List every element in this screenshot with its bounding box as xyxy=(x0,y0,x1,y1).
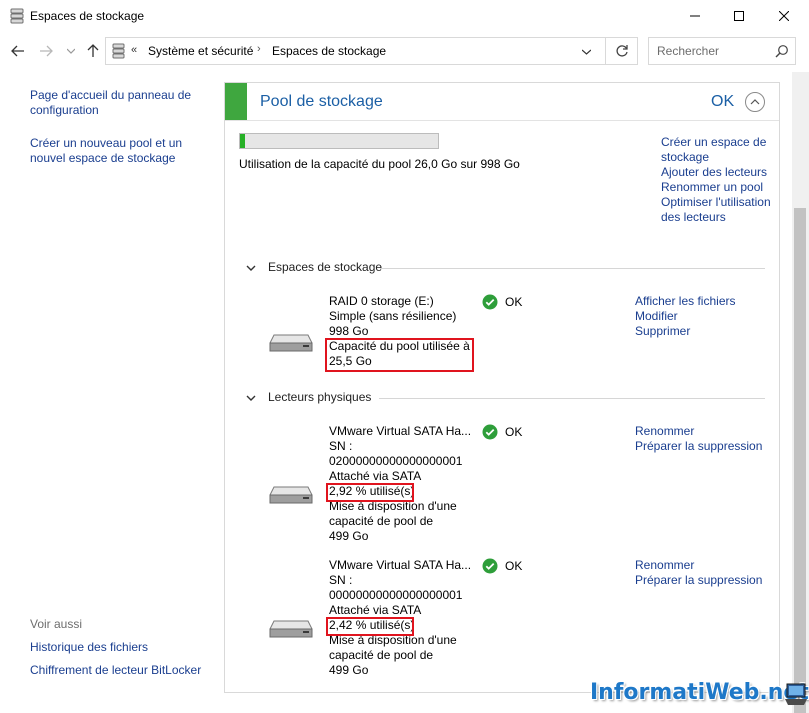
breadcrumb-storage-spaces[interactable]: Espaces de stockage xyxy=(272,44,386,58)
scrollbar-thumb[interactable] xyxy=(794,208,806,713)
maximize-icon xyxy=(734,11,744,21)
maximize-button[interactable] xyxy=(716,0,762,32)
drive-name: VMware Virtual SATA Ha... xyxy=(329,558,472,572)
section-divider xyxy=(379,398,765,399)
storage-spaces-section-header[interactable]: Espaces de stockage xyxy=(245,260,765,276)
search-placeholder[interactable]: Rechercher xyxy=(657,44,719,58)
section-divider xyxy=(380,268,765,269)
back-button[interactable] xyxy=(9,42,27,60)
collapse-pool-button[interactable] xyxy=(745,92,765,112)
refresh-button[interactable] xyxy=(605,38,638,64)
drive-provision-line2: capacité de pool de xyxy=(329,514,434,528)
chevron-up-icon xyxy=(750,99,760,105)
recent-locations-button[interactable] xyxy=(62,42,80,60)
delete-link[interactable]: Supprimer xyxy=(635,324,775,339)
pool-usage-text: Utilisation de la capacité du pool 26,0 … xyxy=(239,157,520,171)
storage-space-resilience: Simple (sans résilience) xyxy=(329,309,457,323)
breadcrumb-separator[interactable]: › xyxy=(257,43,261,55)
ok-check-icon xyxy=(482,424,498,440)
create-pool-link[interactable]: Créer un nouveau pool et un nouvel espac… xyxy=(30,136,210,166)
storage-pool-panel: Pool de stockage OK Utilisation de la ca… xyxy=(224,82,780,693)
bitlocker-link[interactable]: Chiffrement de lecteur BitLocker xyxy=(30,663,210,678)
title-bar: Espaces de stockage xyxy=(0,0,809,32)
pool-status: OK xyxy=(711,93,735,110)
close-icon xyxy=(779,11,789,21)
optimize-drives-link[interactable]: Optimiser l'utilisation des lecteurs xyxy=(661,195,773,225)
drive-icon xyxy=(269,486,313,504)
storage-spaces-app-icon xyxy=(10,8,24,24)
window-title: Espaces de stockage xyxy=(30,9,145,23)
forward-arrow-icon xyxy=(40,45,53,57)
drive-status-text: OK xyxy=(505,425,523,439)
vertical-scrollbar[interactable] xyxy=(792,72,809,713)
drive-provision-line2: capacité de pool de xyxy=(329,648,434,662)
pool-actions: Créer un espace de stockage Ajouter des … xyxy=(661,135,773,225)
chevron-down-icon xyxy=(581,49,591,55)
minimize-icon xyxy=(690,15,700,17)
storage-space-name: RAID 0 storage (E:) xyxy=(329,294,434,308)
drive-sn: 00000000000000000001 xyxy=(329,588,463,602)
drive-icon xyxy=(269,334,313,352)
prepare-removal-link[interactable]: Préparer la suppression xyxy=(635,573,775,588)
pool-usage-bar xyxy=(239,133,439,149)
storage-space-size: 998 Go xyxy=(329,324,369,338)
drive-name: VMware Virtual SATA Ha... xyxy=(329,424,472,438)
storage-space-actions: Afficher les fichiers Modifier Supprimer xyxy=(635,294,775,339)
close-button[interactable] xyxy=(761,0,807,32)
highlight-box xyxy=(326,483,414,502)
drive-attach: Attaché via SATA xyxy=(329,603,422,617)
drive-status-text: OK xyxy=(505,559,523,573)
back-arrow-icon xyxy=(11,45,24,57)
pool-title: Pool de stockage xyxy=(260,93,383,110)
drive-sn-label: SN : xyxy=(329,573,353,587)
add-drives-link[interactable]: Ajouter des lecteurs xyxy=(661,165,773,180)
file-history-link[interactable]: Historique des fichiers xyxy=(30,640,210,655)
pool-usage-fill xyxy=(240,134,245,148)
see-also-heading: Voir aussi xyxy=(30,617,83,631)
create-storage-space-link[interactable]: Créer un espace de stockage xyxy=(661,135,773,165)
control-panel-icon xyxy=(112,43,125,59)
ok-check-icon xyxy=(482,558,498,574)
address-bar[interactable]: « Système et sécurité › Espaces de stock… xyxy=(105,37,638,65)
chevron-down-icon xyxy=(246,395,256,401)
up-arrow-icon xyxy=(87,44,99,57)
drive-actions: Renommer Préparer la suppression xyxy=(635,558,775,588)
control-panel-home-link[interactable]: Page d'accueil du panneau de configurati… xyxy=(30,88,210,118)
computer-icon xyxy=(785,683,807,705)
breadcrumb-system-security[interactable]: Système et sécurité xyxy=(148,44,253,58)
chevron-down-icon xyxy=(67,48,75,54)
view-files-link[interactable]: Afficher les fichiers xyxy=(635,294,775,309)
physical-drives-section-header[interactable]: Lecteurs physiques xyxy=(245,390,765,406)
ok-check-icon xyxy=(482,294,498,310)
refresh-icon xyxy=(616,45,628,57)
forward-button[interactable] xyxy=(37,42,55,60)
pool-status-accent xyxy=(225,83,247,120)
drive-sn-label: SN : xyxy=(329,439,353,453)
up-button[interactable] xyxy=(84,42,102,60)
address-dropdown-button[interactable] xyxy=(574,43,598,61)
drive-provision-line3: 499 Go xyxy=(329,529,369,543)
prepare-removal-link[interactable]: Préparer la suppression xyxy=(635,439,775,454)
physical-drives-label: Lecteurs physiques xyxy=(268,390,372,404)
highlight-box xyxy=(325,338,474,372)
modify-link[interactable]: Modifier xyxy=(635,309,775,324)
rename-drive-link[interactable]: Renommer xyxy=(635,424,775,439)
storage-spaces-label: Espaces de stockage xyxy=(268,260,383,274)
highlight-box xyxy=(326,617,414,636)
storage-space-status-text: OK xyxy=(505,295,523,309)
minimize-button[interactable] xyxy=(672,0,718,32)
search-box[interactable]: Rechercher xyxy=(648,37,796,65)
rename-drive-link[interactable]: Renommer xyxy=(635,558,775,573)
watermark-logo: InformatiWeb.net xyxy=(590,680,809,705)
chevron-down-icon xyxy=(246,265,256,271)
search-icon xyxy=(775,45,788,58)
drive-sn: 02000000000000000001 xyxy=(329,454,463,468)
rename-pool-link[interactable]: Renommer un pool xyxy=(661,180,773,195)
drive-actions: Renommer Préparer la suppression xyxy=(635,424,775,454)
drive-icon xyxy=(269,620,313,638)
drive-attach: Attaché via SATA xyxy=(329,469,422,483)
breadcrumb-overflow[interactable]: « xyxy=(131,44,137,56)
drive-provision-line3: 499 Go xyxy=(329,663,369,677)
header-divider xyxy=(225,120,779,121)
